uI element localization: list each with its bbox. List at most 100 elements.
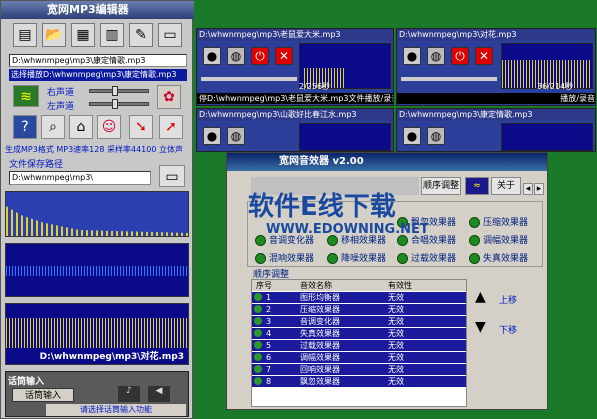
mascot-icon[interactable]: ☺ <box>97 115 121 139</box>
player-window-1: D:\whwnmpeg\mp3\老鼠爱大米.mp3 ● ◍ ⏻ ✕ 2/256秒… <box>196 28 394 106</box>
progress-track[interactable] <box>201 77 297 81</box>
player-window-2: D:\whwnmpeg\mp3\对花.mp3 ● ◍ ⏻ ✕ 36/214秒 播… <box>396 28 596 106</box>
player-status: 播放/录音 <box>397 93 595 104</box>
player-title: D:\whwnmpeg\mp3\老鼠爱大米.mp3 <box>197 29 393 41</box>
effect-toggle[interactable]: 混响效果器 <box>255 251 314 264</box>
file-select-dropdown[interactable]: D:\whwnmpeg\mp3\康定情歌.mp3 <box>9 54 187 67</box>
mic-panel: 话筒输入 话筒输入 请选择话筒输入功能 ♪ ◀ <box>5 371 189 417</box>
effect-toggle[interactable]: 调幅效果器 <box>469 233 528 246</box>
player-scope <box>501 123 593 151</box>
tab-scroll-left[interactable]: ◂ <box>523 183 533 195</box>
record-icon[interactable]: ● <box>403 127 421 145</box>
monitor-icon[interactable]: ▭ <box>158 23 182 47</box>
header-name: 音效名称 <box>300 281 332 290</box>
player-title: D:\whwnmpeg\mp3\康定情歌.mp3 <box>397 109 595 121</box>
record-icon[interactable]: ● <box>403 47 421 65</box>
help-icon[interactable]: ? <box>13 115 37 139</box>
status-dot-icon <box>254 305 262 313</box>
browse-folder-icon[interactable]: ▭ <box>159 165 185 187</box>
dialog-title: 宽网音效器 v2.00 <box>279 156 364 167</box>
player-title: D:\whwnmpeg\mp3\山歌好比春江水.mp3 <box>197 109 393 121</box>
spectrum-bars <box>5 191 189 237</box>
table-row[interactable]: 4 失真效果器 无效 <box>252 328 466 339</box>
power-icon[interactable]: ⏻ <box>451 47 469 65</box>
calculator-icon[interactable]: ▥ <box>100 23 124 47</box>
status-dot-icon <box>254 329 262 337</box>
speaker-icon[interactable]: ◍ <box>227 127 245 145</box>
table-row[interactable]: 6 调幅效果器 无效 <box>252 352 466 363</box>
row-index: 7 <box>266 365 272 374</box>
save-path-label: 文件保存路径 <box>9 160 64 170</box>
left-channel-label: 左声道 <box>47 102 75 112</box>
record-icon[interactable]: ● <box>203 47 221 65</box>
right-slider-knob[interactable] <box>112 86 118 96</box>
row-index: 5 <box>266 341 272 350</box>
row-index: 2 <box>266 305 272 314</box>
left-channel-slider[interactable] <box>89 99 149 109</box>
status-dot-icon <box>254 365 262 373</box>
wave-tab-icon[interactable]: ≈ <box>465 177 489 195</box>
effect-toggle[interactable]: 降噪效果器 <box>327 251 386 264</box>
status-dot-icon <box>327 253 338 264</box>
status-dot-icon <box>254 353 262 361</box>
table-row[interactable]: 5 过载效果器 无效 <box>252 340 466 351</box>
open-file-icon[interactable]: ▤ <box>13 23 37 47</box>
right-channel-slider[interactable] <box>89 86 149 96</box>
left-slider-knob[interactable] <box>112 99 118 109</box>
move-down-label[interactable]: 下移 <box>499 323 517 336</box>
table-row[interactable]: 8 飘忽效果器 无效 <box>252 376 466 387</box>
effect-label: 音调变化器 <box>269 236 315 246</box>
folder-icon[interactable]: 📂 <box>42 23 66 47</box>
close-icon[interactable]: ✕ <box>275 47 293 65</box>
effect-label: 混响效果器 <box>269 254 315 264</box>
status-dot-icon <box>469 235 480 246</box>
waveform-left <box>5 243 189 297</box>
effect-toggle[interactable]: 过载效果器 <box>397 251 456 264</box>
color-wheel-icon[interactable]: ✿ <box>157 85 181 109</box>
record-icon[interactable]: ● <box>203 127 221 145</box>
close-icon[interactable]: ✕ <box>475 47 493 65</box>
main-window: 宽网MP3编辑器 ▤ 📂 ▦ ▥ ✎ ▭ D:\whwnmpeg\mp3\康定情… <box>0 0 194 419</box>
format-status: 生成MP3格式 MP3速率128 采样率44100 立体声 <box>5 145 183 154</box>
progress-track[interactable] <box>401 77 497 81</box>
house-icon[interactable]: ⌂ <box>69 115 93 139</box>
now-file-label: D:\whwnmpeg\mp3\对花.mp3 <box>39 352 184 362</box>
app-title: 宽网MP3编辑器 <box>47 3 129 16</box>
picture-icon[interactable]: ▦ <box>71 23 95 47</box>
spectrum-fill <box>6 206 188 236</box>
player-time: 36/214秒 <box>537 82 574 91</box>
move-up-label[interactable]: 上移 <box>499 293 517 306</box>
edit-note-icon[interactable]: ✎ <box>129 23 153 47</box>
mic-input-button[interactable]: 话筒输入 <box>12 388 74 402</box>
player-title: D:\whwnmpeg\mp3\对花.mp3 <box>397 29 595 41</box>
arrow-up-icon[interactable]: ▲ <box>475 289 486 305</box>
order-table-header: 序号 音效名称 有效性 <box>252 280 466 291</box>
power-icon[interactable]: ⏻ <box>251 47 269 65</box>
effect-toggle[interactable]: 失真效果器 <box>469 251 528 264</box>
equalizer-icon[interactable]: ≋ <box>13 85 39 107</box>
speaker-icon[interactable]: ◍ <box>427 127 445 145</box>
mic-icon[interactable]: ♪ <box>118 386 140 402</box>
arrow-down-icon[interactable]: ➘ <box>129 115 153 139</box>
mic-section-title: 话筒输入 <box>8 377 45 387</box>
order-table: 序号 音效名称 有效性 1 图形均衡器 无效 2 压缩效果器 无效 3 音调变化器 无效 4 失真效… <box>251 279 467 407</box>
table-row[interactable]: 3 音调变化器 无效 <box>252 316 466 327</box>
row-valid: 无效 <box>388 317 404 326</box>
table-row[interactable]: 1 图形均衡器 无效 <box>252 292 466 303</box>
arrow-down-icon[interactable]: ▼ <box>475 319 486 335</box>
arrow-up-icon[interactable]: ➚ <box>159 115 183 139</box>
table-row[interactable]: 7 回响效果器 无效 <box>252 364 466 375</box>
tab-about[interactable]: 关于 <box>491 177 521 195</box>
status-dot-icon <box>254 317 262 325</box>
tab-scroll-right[interactable]: ▸ <box>534 183 544 195</box>
speaker-icon[interactable]: ◍ <box>427 47 445 65</box>
save-path-field[interactable]: D:\whwnmpeg\mp3\ <box>9 171 151 185</box>
player-window-4: D:\whwnmpeg\mp3\康定情歌.mp3 ● ◍ <box>396 108 596 152</box>
search-icon[interactable]: ⌕ <box>41 115 65 139</box>
table-row[interactable]: 2 压缩效果器 无效 <box>252 304 466 315</box>
row-name: 调幅效果器 <box>300 353 340 362</box>
effect-toggle[interactable]: 压缩效果器 <box>469 215 528 228</box>
speaker-icon[interactable]: ◍ <box>227 47 245 65</box>
speaker-icon[interactable]: ◀ <box>148 386 170 402</box>
tab-order[interactable]: 顺序调整 <box>421 177 461 195</box>
